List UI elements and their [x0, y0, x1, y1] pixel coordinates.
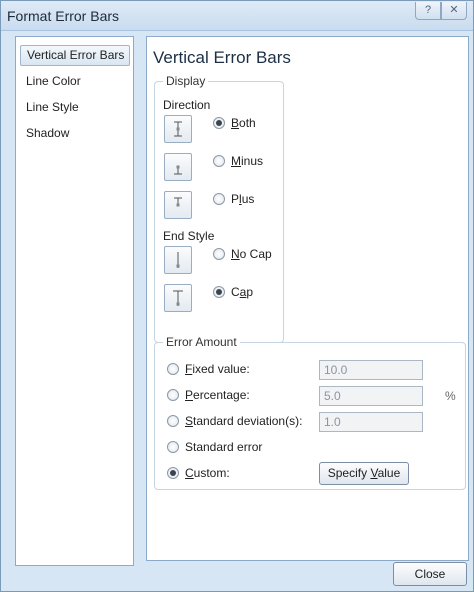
error-amount-legend: Error Amount — [163, 335, 240, 349]
dialog-title: Format Error Bars — [7, 8, 120, 24]
direction-minus-radio[interactable] — [213, 155, 225, 167]
cap-label[interactable]: Cap — [231, 285, 253, 299]
help-button[interactable]: ? — [415, 2, 441, 20]
cap-icon[interactable] — [164, 284, 192, 312]
standard-error-radio[interactable] — [167, 441, 179, 453]
settings-panel: Vertical Error Bars Display Direction Bo… — [146, 36, 469, 561]
direction-plus-radio[interactable] — [213, 193, 225, 205]
standard-error-label[interactable]: Standard error — [185, 440, 262, 454]
panel-heading: Vertical Error Bars — [153, 48, 291, 67]
no-cap-radio[interactable] — [213, 248, 225, 260]
fixed-value-label[interactable]: Fixed value: — [185, 362, 250, 376]
fixed-value-input[interactable]: 10.0 — [319, 360, 423, 380]
format-error-bars-dialog: Format Error Bars ? ✕ Vertical Error Bar… — [0, 0, 474, 592]
display-legend: Display — [163, 74, 209, 88]
direction-label: Direction — [163, 98, 211, 112]
nav-item-line-style[interactable]: Line Style — [20, 97, 130, 118]
error-bar-both-icon[interactable] — [164, 115, 192, 143]
standard-deviation-input[interactable]: 1.0 — [319, 412, 423, 432]
percentage-unit: % — [445, 389, 456, 403]
close-button[interactable]: Close — [393, 562, 467, 586]
direction-both-label[interactable]: Both — [231, 116, 256, 130]
standard-deviation-radio[interactable] — [167, 415, 179, 427]
error-bar-plus-icon[interactable] — [164, 191, 192, 219]
specify-value-button[interactable]: Specify Value — [319, 462, 409, 485]
error-amount-group: Error Amount Fixed value: 10.0 Percentag… — [154, 335, 466, 490]
percentage-input[interactable]: 5.0 — [319, 386, 423, 406]
end-style-label: End Style — [163, 229, 215, 243]
display-group: Display Direction Both Minus Plus End St… — [154, 74, 284, 343]
category-list: Vertical Error Bars Line Color Line Styl… — [15, 36, 134, 566]
direction-minus-label[interactable]: Minus — [231, 154, 263, 168]
error-bar-minus-icon[interactable] — [164, 153, 192, 181]
percentage-label[interactable]: Percentage: — [185, 388, 250, 402]
direction-plus-label[interactable]: Plus — [231, 192, 254, 206]
percentage-radio[interactable] — [167, 389, 179, 401]
nav-item-line-color[interactable]: Line Color — [20, 71, 130, 92]
cap-radio[interactable] — [213, 286, 225, 298]
nav-item-vertical-error-bars[interactable]: Vertical Error Bars — [20, 45, 130, 66]
standard-deviation-label[interactable]: Standard deviation(s): — [185, 414, 302, 428]
help-icon: ? — [424, 4, 432, 16]
no-cap-label[interactable]: No Cap — [231, 247, 272, 261]
nav-item-shadow[interactable]: Shadow — [20, 123, 130, 144]
title-bar: Format Error Bars ? ✕ — [1, 1, 473, 31]
custom-label[interactable]: Custom: — [185, 466, 230, 480]
close-icon: ✕ — [449, 4, 459, 16]
window-close-button[interactable]: ✕ — [441, 2, 467, 20]
direction-both-radio[interactable] — [213, 117, 225, 129]
custom-radio[interactable] — [167, 467, 179, 479]
no-cap-icon[interactable] — [164, 246, 192, 274]
fixed-value-radio[interactable] — [167, 363, 179, 375]
